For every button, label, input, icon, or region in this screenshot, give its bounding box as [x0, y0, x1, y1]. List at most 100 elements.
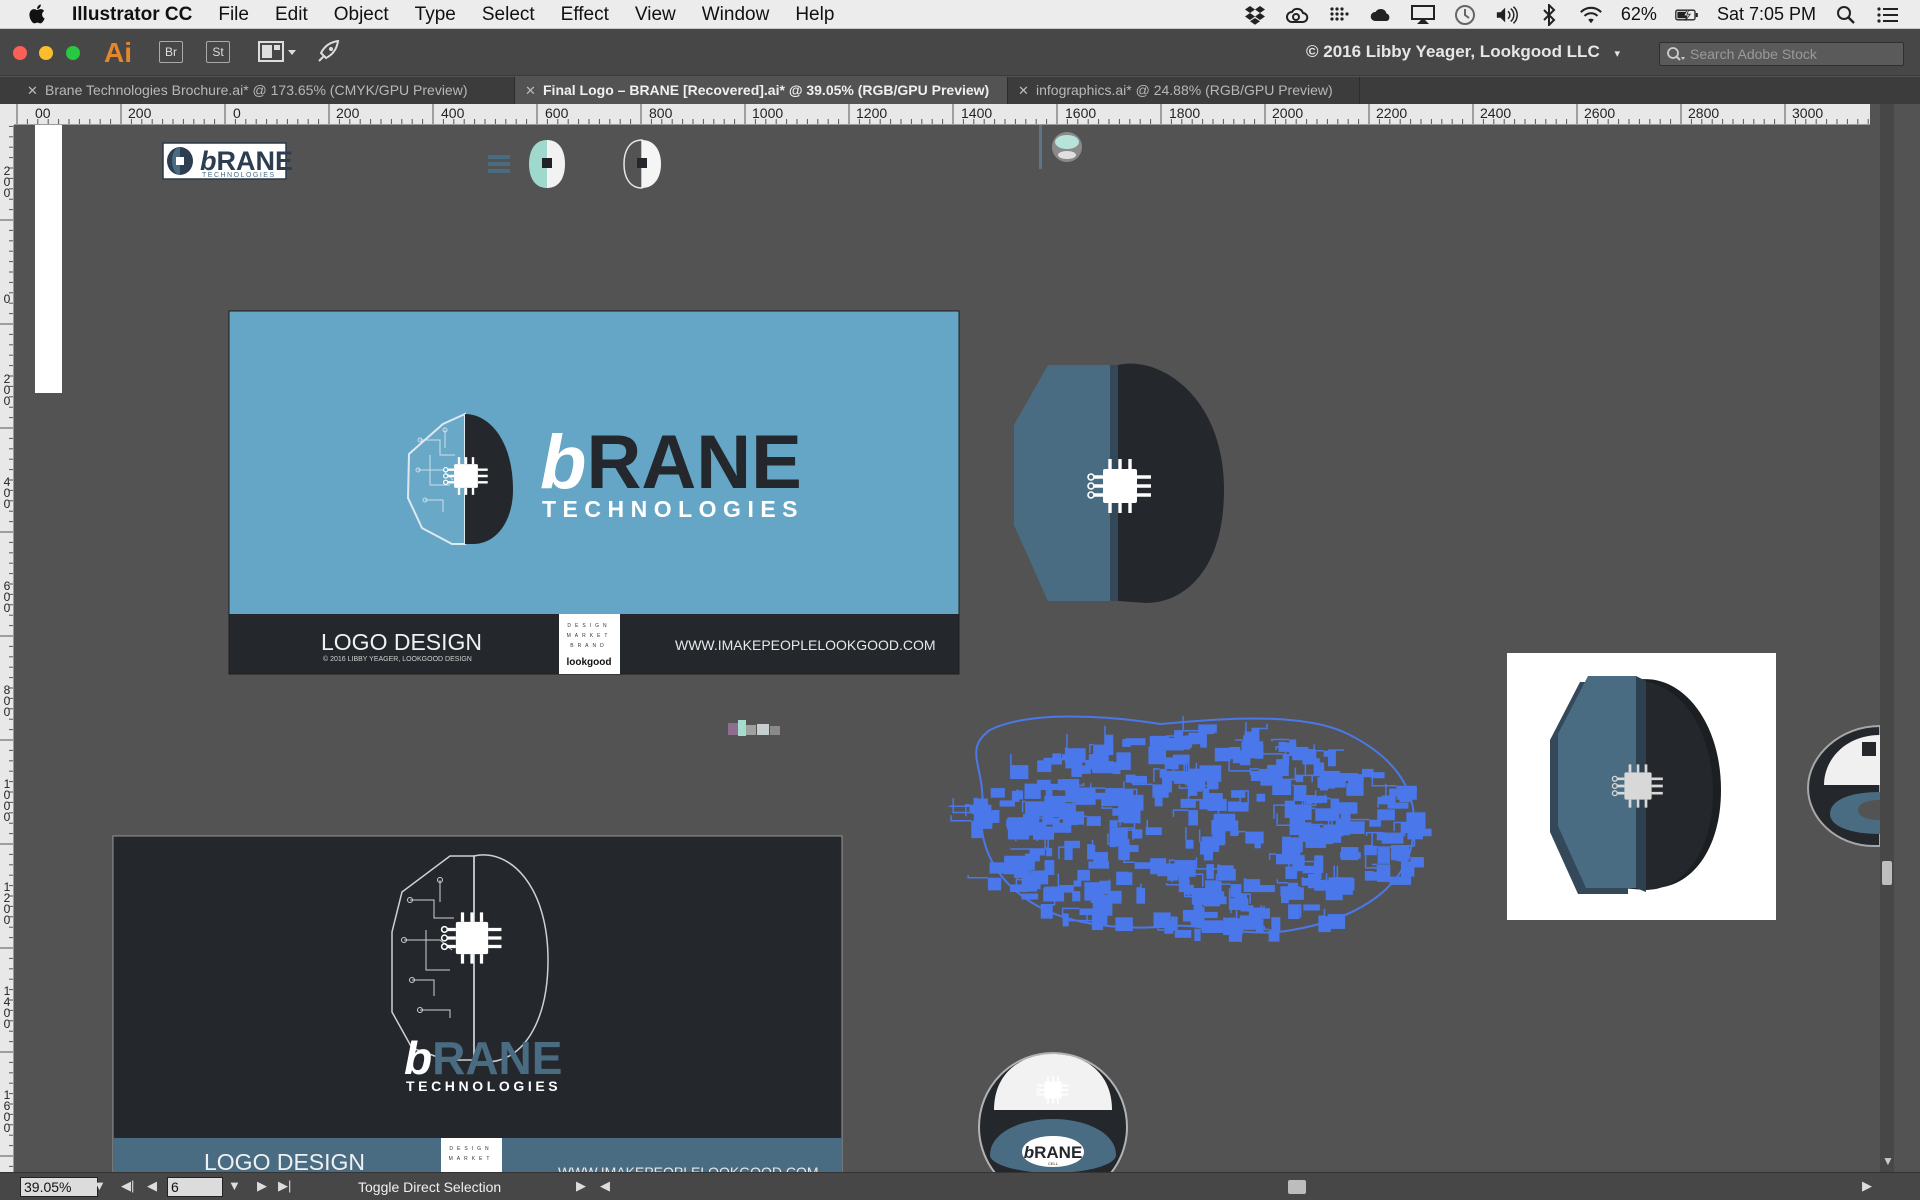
artboard-number-field[interactable]: 6 [167, 1177, 223, 1197]
ruler-label: 800 [3, 683, 11, 719]
menu-file[interactable]: File [205, 0, 262, 29]
menu-window[interactable]: Window [689, 0, 783, 29]
bridge-button[interactable]: Br [159, 41, 183, 63]
document-tab-bar: ✕ Brane Technologies Brochure.ai* @ 173.… [0, 77, 1920, 104]
menu-object[interactable]: Object [321, 0, 402, 29]
tab-final-logo[interactable]: ✕ Final Logo – BRANE [Recovered].ai* @ 3… [515, 77, 1008, 104]
stamp-line-market: MARKET [567, 633, 612, 639]
ruler-label: 1200 [856, 105, 888, 121]
notification-center-icon[interactable] [1876, 4, 1900, 26]
scroll-left-arrow-icon[interactable]: ◀ [600, 1178, 610, 1194]
horizontal-ruler[interactable]: 00 200 0 200 400 600 800 1000 1200 1400 … [14, 104, 1870, 125]
menu-help[interactable]: Help [782, 0, 847, 29]
ruler-origin[interactable] [0, 104, 14, 125]
blue-circuit-brain-artwork[interactable] [948, 715, 1432, 942]
spotlight-search-icon[interactable] [1834, 4, 1858, 26]
tab-brochure[interactable]: ✕ Brane Technologies Brochure.ai* @ 173.… [17, 77, 515, 104]
vertical-ruler[interactable]: 200 0 200 400 600 800 1000 1200 1400 160… [0, 104, 14, 1172]
cell-logo-brand-name: bRANE [1024, 1143, 1083, 1162]
vertical-scrollbar[interactable]: ▼ [1880, 104, 1894, 1172]
tab-label: Brane Technologies Brochure.ai* @ 173.65… [45, 82, 468, 98]
menu-effect[interactable]: Effect [548, 0, 622, 29]
tab-close-icon[interactable]: ✕ [1018, 77, 1029, 104]
ruler-label: 1400 [3, 984, 11, 1031]
tab-label: Final Logo – BRANE [Recovered].ai* @ 39.… [543, 82, 990, 98]
workspace-switcher[interactable]: © 2016 Libby Yeager, Lookgood LLC ▾ [1306, 42, 1620, 62]
airplay-icon[interactable] [1410, 4, 1435, 26]
horizontal-scroll-thumb[interactable] [1288, 1180, 1306, 1194]
menu-type[interactable]: Type [402, 0, 469, 29]
large-brain-logo[interactable] [1014, 363, 1224, 603]
status-menu-arrow-icon[interactable]: ▶ [576, 1178, 586, 1194]
creative-cloud-icon[interactable] [1285, 4, 1309, 26]
status-text[interactable]: Toggle Direct Selection [358, 1179, 501, 1195]
time-machine-icon[interactable] [1453, 4, 1477, 26]
ruler-label: 1000 [3, 777, 11, 824]
grid-dots-icon[interactable] [1327, 4, 1351, 26]
minimize-window-button[interactable] [39, 46, 53, 60]
menu-extras: 62% Sat 7:05 PM [1243, 0, 1920, 29]
menu-app-name[interactable]: Illustrator CC [72, 0, 205, 29]
scroll-down-arrow-icon[interactable]: ▼ [1882, 1154, 1894, 1168]
ruler-label: 2200 [1376, 105, 1408, 121]
dark-business-card[interactable] [112, 835, 843, 1172]
macos-menu-bar: Illustrator CC File Edit Object Type Sel… [0, 0, 1920, 29]
workspace-name: © 2016 Libby Yeager, Lookgood LLC [1306, 42, 1600, 61]
ruler-label: 800 [649, 105, 673, 121]
ruler-label: 1400 [961, 105, 993, 121]
ruler-label: 1600 [3, 1088, 11, 1135]
workspace-layout-icon[interactable] [258, 41, 298, 68]
first-artboard-icon[interactable]: ◀| [121, 1178, 134, 1194]
menu-view[interactable]: View [622, 0, 689, 29]
ruler-label: 1200 [3, 880, 11, 927]
scroll-right-arrow-icon[interactable]: ▶ [1862, 1178, 1872, 1194]
stamp-line-brand: BRAND [570, 643, 608, 649]
menu-clock[interactable]: Sat 7:05 PM [1717, 4, 1816, 25]
3d-brain-artboard[interactable] [1507, 653, 1776, 920]
vertical-text-fragment[interactable] [1039, 125, 1042, 169]
apple-logo-icon[interactable] [26, 3, 50, 25]
small-brain-outline-icon[interactable] [623, 139, 661, 189]
battery-charging-icon[interactable] [1675, 4, 1699, 26]
volume-icon[interactable] [1495, 4, 1519, 26]
stock-search-input[interactable] [1690, 45, 1895, 63]
bluetooth-icon[interactable] [1537, 3, 1561, 26]
cell-logo-label: CELL [1048, 1161, 1059, 1166]
menu-select[interactable]: Select [469, 0, 548, 29]
ruler-label: 600 [545, 105, 569, 121]
zoom-level-field[interactable]: 39.05% [20, 1177, 98, 1197]
artboard-canvas[interactable]: bRANE TECHNOLOGIES bRANE TECHNOLOGIES LO… [14, 125, 1880, 1172]
ruler-label: 1000 [752, 105, 784, 121]
horizontal-scrollbar[interactable]: ◀ ▶ [600, 1178, 1872, 1195]
artboard-edge[interactable] [35, 125, 62, 393]
zoom-window-button[interactable] [66, 46, 80, 60]
color-swatch-fragments[interactable] [728, 720, 780, 736]
gpu-performance-rocket-icon[interactable] [315, 39, 341, 70]
next-artboard-icon[interactable]: ▶ [257, 1178, 267, 1194]
tab-infographics[interactable]: ✕ infographics.ai* @ 24.88% (RGB/GPU Pre… [1008, 77, 1360, 104]
illustrator-window: Illustrator CC File Edit Object Type Sel… [0, 0, 1920, 1200]
last-artboard-icon[interactable]: ▶| [278, 1178, 291, 1194]
cell-logo-partial-right[interactable] [1806, 724, 1880, 847]
wifi-icon[interactable] [1579, 4, 1603, 26]
vertical-scroll-thumb[interactable] [1882, 861, 1892, 885]
stamp-lookgood: lookgood [567, 657, 612, 668]
small-brain-teal-icon[interactable] [529, 140, 565, 188]
tiny-cell-badge-icon[interactable] [1052, 132, 1082, 162]
adobe-stock-button[interactable]: St [206, 41, 230, 63]
tab-close-icon[interactable]: ✕ [525, 77, 536, 104]
icloud-icon[interactable] [1369, 4, 1393, 26]
chevron-down-icon: ▾ [1614, 48, 1620, 60]
zoom-dropdown-icon[interactable]: ▼ [93, 1178, 106, 1193]
stamp-line-design: DESIGN [567, 623, 610, 629]
card-url: WWW.IMAKEPEOPLELOOKGOOD.COM [675, 637, 936, 653]
dropbox-icon[interactable] [1243, 4, 1267, 26]
artboard-dropdown-icon[interactable]: ▼ [228, 1178, 241, 1193]
tab-close-icon[interactable]: ✕ [27, 77, 38, 104]
previous-artboard-icon[interactable]: ◀ [147, 1178, 157, 1194]
menu-edit[interactable]: Edit [262, 0, 321, 29]
dark-stamp-line-market: MARKET [449, 1156, 494, 1162]
close-window-button[interactable] [13, 46, 27, 60]
adobe-stock-search [1659, 42, 1904, 66]
hamburger-lines-icon[interactable] [488, 155, 510, 173]
